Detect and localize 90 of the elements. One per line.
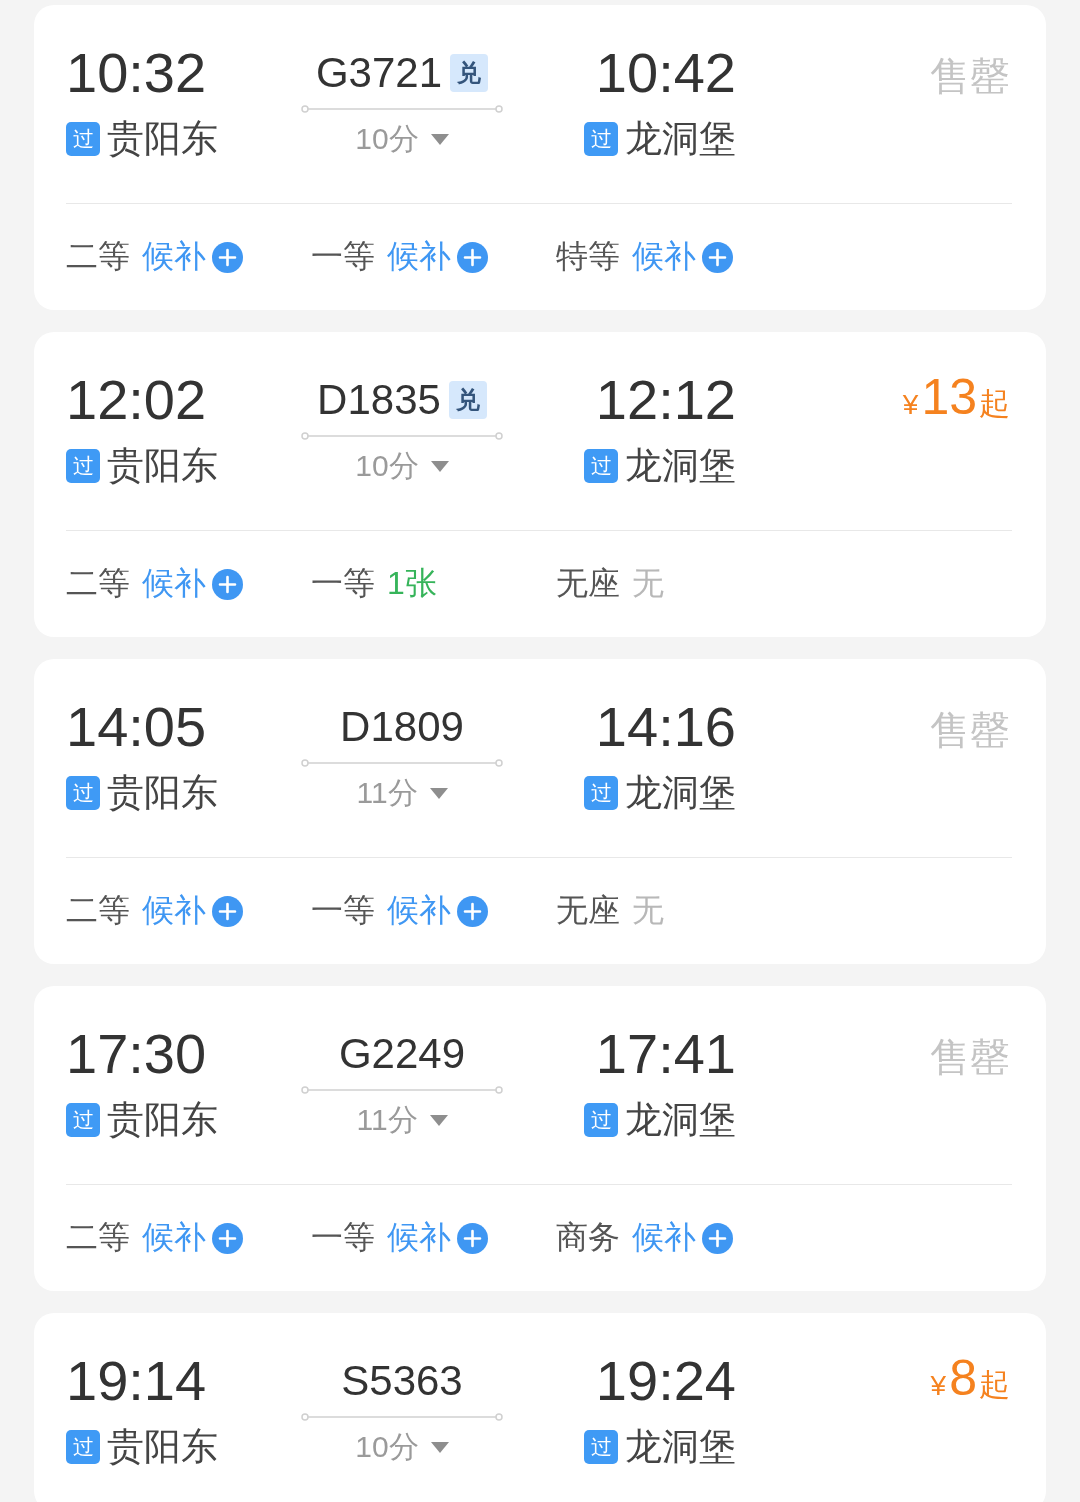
train-number: G2249 [338,1029,466,1079]
price-label: ¥13起 [902,369,1010,427]
waitlist-button[interactable]: 候补 [142,889,243,933]
duration-toggle[interactable]: 10分 [355,119,449,159]
seat-count-label: 1张 [387,564,437,603]
arrival-station: 龙洞堡 [625,1425,736,1469]
seat-class-label: 一等 [311,564,375,603]
train-number: G3721 [315,48,443,98]
arrival-time: 10:42 [595,41,736,105]
train-card[interactable]: 19:14 过 贵阳东 S5363 10分 19:24 过 龙洞堡 ¥8起 [34,1313,1046,1502]
seat-status-label: 无 [632,891,664,930]
waitlist-button[interactable]: 候补 [632,1216,733,1260]
train-tag-badge: 兑 [450,54,489,92]
train-card[interactable]: 12:02 过 贵阳东 D1835 兑 10分 12:12 过 龙洞堡 ¥13起 二等 候补 一等 1张 无座 无 [34,332,1046,637]
seat-class-label: 二等 [66,1218,130,1257]
duration-toggle[interactable]: 10分 [355,1427,449,1467]
train-card[interactable]: 14:05 过 贵阳东 D1809 11分 14:16 过 龙洞堡 售罄 二等 候补 一等 候补 无座 无 [34,659,1046,964]
seat-class-label: 一等 [311,237,375,276]
station-type-badge: 过 [584,449,618,483]
add-icon [212,241,243,273]
departure-time: 14:05 [66,695,208,759]
arrival-station: 龙洞堡 [625,1098,736,1142]
seat-class-label: 二等 [66,564,130,603]
waitlist-button[interactable]: 候补 [142,235,243,279]
add-icon [212,568,243,600]
arrival-station: 龙洞堡 [625,771,736,815]
waitlist-button[interactable]: 候补 [142,1216,243,1260]
arrival-time: 12:12 [595,368,736,432]
seat-class-label: 无座 [556,891,620,930]
seat-class-label: 一等 [311,1218,375,1257]
seat-status-label: 无 [632,564,664,603]
seat-class-label: 二等 [66,237,130,276]
price-label: ¥8起 [930,1350,1010,1408]
departure-time: 12:02 [66,368,208,432]
add-icon [702,241,733,273]
seat-class-label: 无座 [556,564,620,603]
seat-class-label: 二等 [66,891,130,930]
sold-out-label: 售罄 [930,53,1010,100]
add-icon [457,241,488,273]
departure-station: 贵阳东 [107,1425,218,1469]
departure-station: 贵阳东 [107,444,218,488]
train-card[interactable]: 17:30 过 贵阳东 G2249 11分 17:41 过 龙洞堡 售罄 二等 候补 一等 候补 商务 候补 [34,986,1046,1291]
waitlist-button[interactable]: 候补 [632,235,733,279]
station-type-badge: 过 [66,1103,100,1137]
caret-icon [429,787,448,799]
arrival-time: 19:24 [595,1349,736,1413]
seat-class-label: 商务 [556,1218,620,1257]
station-type-badge: 过 [584,1430,618,1464]
caret-icon [429,1114,448,1126]
departure-station: 贵阳东 [107,117,218,161]
duration-toggle[interactable]: 11分 [356,773,448,813]
waitlist-button[interactable]: 候补 [387,889,488,933]
arrival-time: 14:16 [595,695,736,759]
arrival-station: 龙洞堡 [625,444,736,488]
seat-class-label: 特等 [556,237,620,276]
add-icon [212,1222,243,1254]
station-type-badge: 过 [584,122,618,156]
station-type-badge: 过 [66,449,100,483]
duration-toggle[interactable]: 10分 [355,446,449,486]
departure-time: 10:32 [66,41,208,105]
departure-time: 17:30 [66,1022,208,1086]
train-number: D1809 [340,702,464,752]
station-type-badge: 过 [66,1430,100,1464]
add-icon [702,1222,733,1254]
seat-class-label: 一等 [311,891,375,930]
train-number: S5363 [341,1356,463,1406]
arrival-time: 17:41 [595,1022,736,1086]
waitlist-button[interactable]: 候补 [387,1216,488,1260]
add-icon [212,895,243,927]
station-type-badge: 过 [66,122,100,156]
train-tag-badge: 兑 [448,381,487,419]
add-icon [457,895,488,927]
train-card[interactable]: 10:32 过 贵阳东 G3721 兑 10分 10:42 过 龙洞堡 售罄 二等 候补 一等 候补 特等 候补 [34,5,1046,310]
add-icon [457,1222,488,1254]
departure-time: 19:14 [66,1349,208,1413]
sold-out-label: 售罄 [930,707,1010,754]
waitlist-button[interactable]: 候补 [142,562,243,606]
station-type-badge: 过 [66,776,100,810]
departure-station: 贵阳东 [107,771,218,815]
sold-out-label: 售罄 [930,1034,1010,1081]
caret-icon [430,133,449,145]
arrival-station: 龙洞堡 [625,117,736,161]
station-type-badge: 过 [584,1103,618,1137]
train-number: D1835 [317,375,441,425]
caret-icon [430,460,449,472]
station-type-badge: 过 [584,776,618,810]
waitlist-button[interactable]: 候补 [387,235,488,279]
departure-station: 贵阳东 [107,1098,218,1142]
duration-toggle[interactable]: 11分 [356,1100,448,1140]
caret-icon [430,1441,449,1453]
